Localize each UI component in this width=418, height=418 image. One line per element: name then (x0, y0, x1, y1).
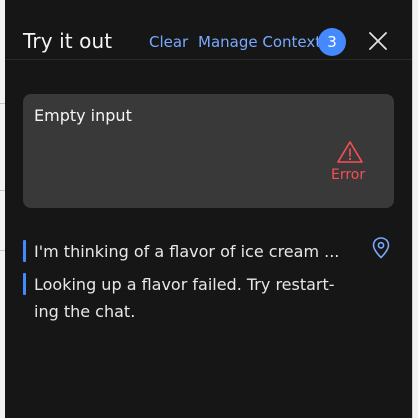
context-count-badge[interactable]: 3 (318, 28, 346, 56)
error-label: Error (331, 167, 366, 183)
message-text: I'm thinking of a flavor of ice cream ..… (34, 242, 340, 261)
message-text-line: Looking up a flavor failed. Try restart- (34, 275, 335, 294)
message-indicator-bar (23, 273, 26, 295)
message-item: I'm thinking of a flavor of ice cream ..… (23, 238, 353, 265)
close-icon[interactable] (367, 30, 389, 52)
message-indicator-bar (23, 240, 26, 262)
panel-header: Try it out Clear Manage Context 3 (5, 0, 412, 60)
clear-button[interactable]: Clear (149, 33, 188, 51)
warning-triangle-icon (336, 140, 364, 164)
background-page-right (412, 0, 418, 418)
panel-title: Try it out (23, 29, 113, 53)
message-text: Looking up a flavor failed. Try restart-… (23, 271, 353, 325)
location-pin-icon[interactable] (371, 236, 391, 260)
input-field[interactable]: Empty input Error (23, 94, 394, 208)
message-item: Looking up a flavor failed. Try restart-… (23, 271, 353, 325)
input-value: Empty input (34, 106, 132, 125)
try-it-out-panel: Try it out Clear Manage Context 3 Empty … (5, 0, 412, 418)
message-text-line: ing the chat. (34, 302, 136, 321)
manage-context-button[interactable]: Manage Context (198, 33, 321, 51)
